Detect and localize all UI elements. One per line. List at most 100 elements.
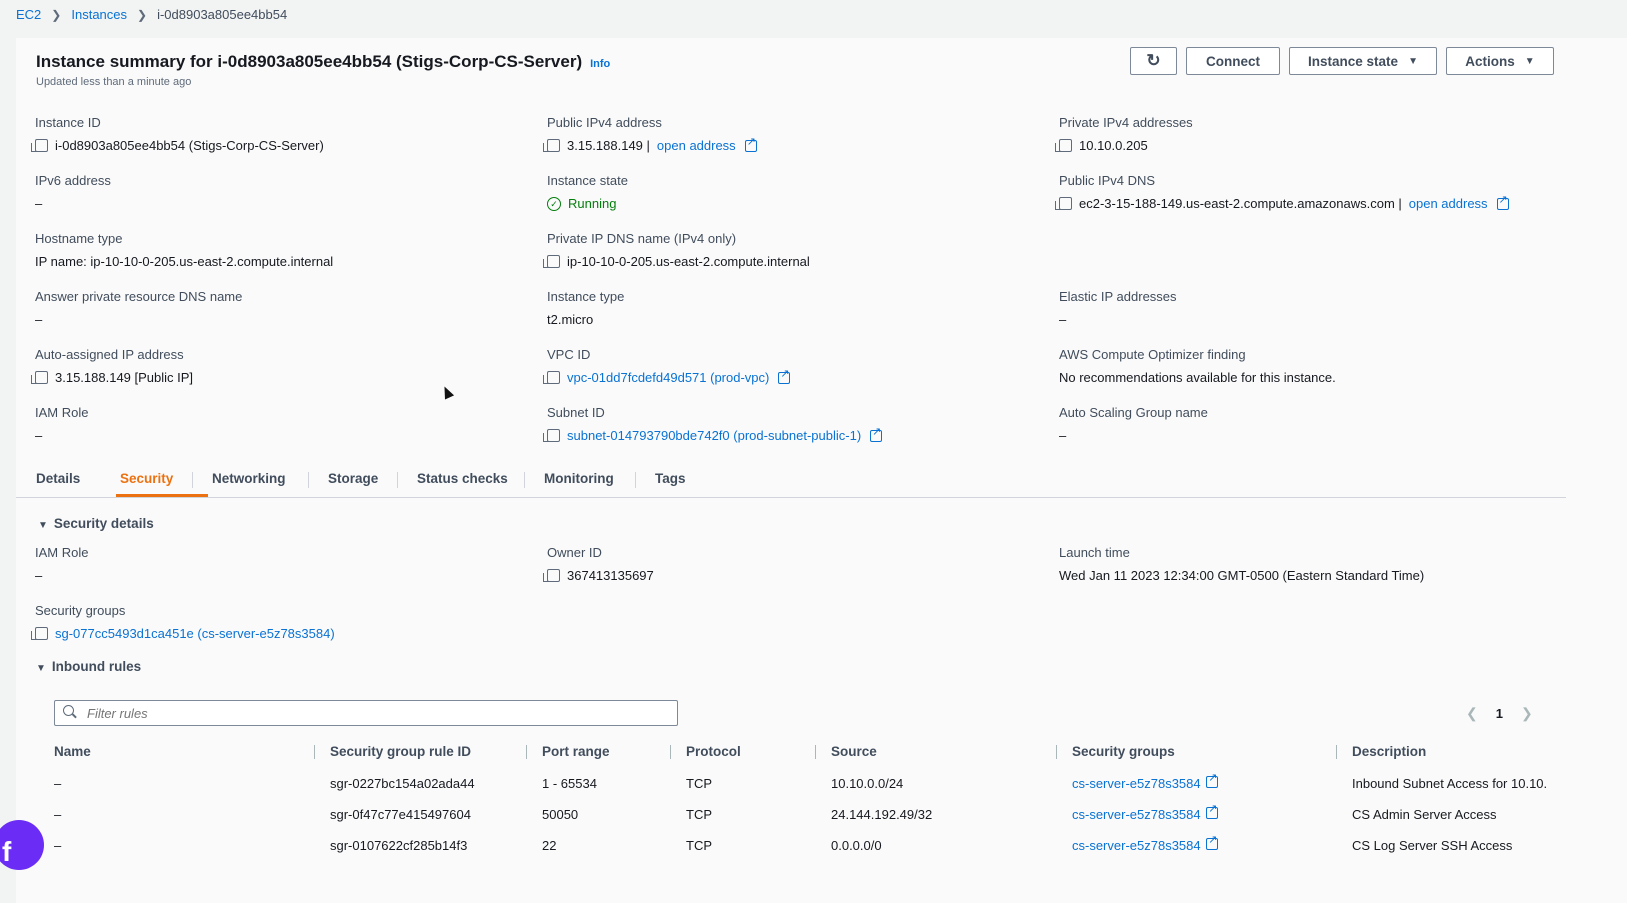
- caret-down-icon: ▼: [38, 520, 48, 531]
- copy-icon[interactable]: [31, 627, 48, 640]
- cell-port: 1 - 65534: [542, 776, 597, 791]
- security-group-link[interactable]: cs-server-e5z78s3584: [1072, 807, 1201, 822]
- connect-button[interactable]: Connect: [1186, 47, 1280, 75]
- tab-storage[interactable]: Storage: [328, 471, 378, 486]
- search-icon: [63, 705, 74, 716]
- copy-icon[interactable]: [543, 371, 560, 384]
- security-group-link[interactable]: sg-077cc5493d1ca451e (cs-server-e5z78s35…: [55, 626, 335, 641]
- actions-dropdown[interactable]: Actions ▼: [1446, 47, 1554, 75]
- open-address-link[interactable]: open address: [657, 138, 736, 153]
- subnet-link[interactable]: subnet-014793790bde742f0 (prod-subnet-pu…: [567, 428, 861, 443]
- copy-icon[interactable]: [543, 255, 560, 268]
- copy-icon[interactable]: [1055, 197, 1072, 210]
- field-security-iam-role: IAM Role –: [35, 545, 89, 583]
- filter-rules-input[interactable]: [85, 705, 669, 722]
- cell-rule-id: sgr-0f47c77e415497604: [330, 807, 471, 822]
- cell-security-group: cs-server-e5z78s3584: [1072, 771, 1219, 791]
- field-instance-state: Instance state ✓ Running: [547, 173, 628, 211]
- caret-down-icon: ▼: [1524, 55, 1535, 67]
- chevron-left-icon[interactable]: ❮: [1466, 705, 1478, 722]
- tab-divider: [192, 472, 193, 488]
- tab-details[interactable]: Details: [36, 471, 80, 486]
- refresh-icon: ↻: [1146, 51, 1161, 70]
- copy-icon[interactable]: [543, 139, 560, 152]
- tab-status-checks[interactable]: Status checks: [417, 471, 508, 486]
- chevron-right-icon[interactable]: ❯: [1521, 705, 1533, 722]
- field-owner-id: Owner ID 367413135697: [543, 545, 654, 583]
- field-elastic-ip: Elastic IP addresses –: [1059, 289, 1177, 327]
- external-link-icon: [1206, 802, 1219, 819]
- vpc-link[interactable]: vpc-01dd7fcdefd49d571 (prod-vpc): [567, 370, 769, 385]
- page-number[interactable]: 1: [1496, 706, 1503, 721]
- cell-rule-id: sgr-0227bc154a02ada44: [330, 776, 475, 791]
- cell-description: CS Admin Server Access: [1352, 807, 1497, 822]
- field-security-groups: Security groups sg-077cc5493d1ca451e (cs…: [31, 603, 335, 641]
- active-tab-indicator: [116, 494, 208, 497]
- external-link-icon: [1206, 771, 1219, 788]
- open-address-link[interactable]: open address: [1409, 196, 1488, 211]
- cell-rule-id: sgr-0107622cf285b14f3: [330, 838, 468, 853]
- tab-divider: [397, 472, 398, 488]
- breadcrumb-instances[interactable]: Instances: [71, 7, 127, 22]
- field-subnet-id: Subnet ID subnet-014793790bde742f0 (prod…: [543, 405, 883, 443]
- col-port-range[interactable]: Port range: [542, 744, 610, 759]
- refresh-button[interactable]: ↻: [1130, 47, 1177, 75]
- col-rule-id[interactable]: Security group rule ID: [330, 744, 471, 759]
- column-divider: [1336, 745, 1337, 759]
- cell-name: –: [54, 807, 62, 822]
- caret-down-icon: ▼: [1408, 55, 1418, 67]
- copy-icon[interactable]: [31, 371, 48, 384]
- info-link[interactable]: Info: [590, 58, 610, 70]
- tab-tags[interactable]: Tags: [655, 471, 686, 486]
- inbound-rules-toggle[interactable]: ▼ Inbound rules: [36, 659, 141, 674]
- copy-icon[interactable]: [543, 569, 560, 582]
- copy-icon[interactable]: [1055, 139, 1072, 152]
- badge-letter: f: [2, 836, 12, 867]
- cell-port: 50050: [542, 807, 579, 822]
- security-details-toggle[interactable]: ▼ Security details: [38, 516, 154, 531]
- cell-security-group: cs-server-e5z78s3584: [1072, 802, 1219, 822]
- field-public-ipv4: Public IPv4 address 3.15.188.149 | open a…: [543, 115, 757, 153]
- filter-rules-search: [54, 700, 678, 726]
- field-launch-time: Launch time Wed Jan 11 2023 12:34:00 GMT…: [1059, 545, 1425, 583]
- instance-state-dropdown[interactable]: Instance state ▼: [1289, 47, 1437, 75]
- cell-description: CS Log Server SSH Access: [1352, 838, 1513, 853]
- col-description[interactable]: Description: [1352, 744, 1426, 759]
- col-security-groups[interactable]: Security groups: [1072, 744, 1175, 759]
- tab-monitoring[interactable]: Monitoring: [544, 471, 614, 486]
- column-divider: [670, 745, 671, 759]
- field-answer-dns: Answer private resource DNS name –: [35, 289, 243, 327]
- tab-divider: [308, 472, 309, 488]
- field-instance-id: Instance ID i-0d8903a805ee4bb54 (Stigs-C…: [31, 115, 324, 153]
- col-source[interactable]: Source: [831, 744, 877, 759]
- security-group-link[interactable]: cs-server-e5z78s3584: [1072, 838, 1201, 853]
- tab-networking[interactable]: Networking: [212, 471, 286, 486]
- cell-source: 10.10.0.0/24: [831, 776, 904, 791]
- column-divider: [314, 745, 315, 759]
- field-hostname-type: Hostname type IP name: ip-10-10-0-205.us…: [35, 231, 334, 269]
- field-public-dns: Public IPv4 DNS ec2-3-15-188-149.us-east…: [1055, 173, 1509, 211]
- chevron-right-icon: ❯: [137, 7, 148, 22]
- field-optimizer: AWS Compute Optimizer finding No recomme…: [1059, 347, 1336, 385]
- pagination: ❮ 1 ❯: [1466, 705, 1533, 722]
- column-divider: [526, 745, 527, 759]
- copy-icon[interactable]: [543, 429, 560, 442]
- tab-divider: [635, 472, 636, 488]
- field-ipv6: IPv6 address –: [35, 173, 111, 211]
- field-vpc-id: VPC ID vpc-01dd7fcdefd49d571 (prod-vpc): [543, 347, 791, 385]
- copy-icon[interactable]: [31, 139, 48, 152]
- cell-protocol: TCP: [686, 838, 712, 853]
- cell-name: –: [54, 838, 62, 853]
- col-protocol[interactable]: Protocol: [686, 744, 741, 759]
- cell-protocol: TCP: [686, 807, 712, 822]
- status-running: Running: [568, 196, 617, 211]
- breadcrumb-current: i-0d8903a805ee4bb54: [157, 7, 288, 22]
- security-group-link[interactable]: cs-server-e5z78s3584: [1072, 776, 1201, 791]
- cell-security-group: cs-server-e5z78s3584: [1072, 833, 1219, 853]
- col-name[interactable]: Name: [54, 744, 91, 759]
- column-divider: [815, 745, 816, 759]
- breadcrumb-ec2[interactable]: EC2: [16, 7, 41, 22]
- tab-security[interactable]: Security: [120, 471, 173, 486]
- updated-text: Updated less than a minute ago: [36, 76, 192, 88]
- field-private-dns: Private IP DNS name (IPv4 only) ip-10-10…: [543, 231, 810, 269]
